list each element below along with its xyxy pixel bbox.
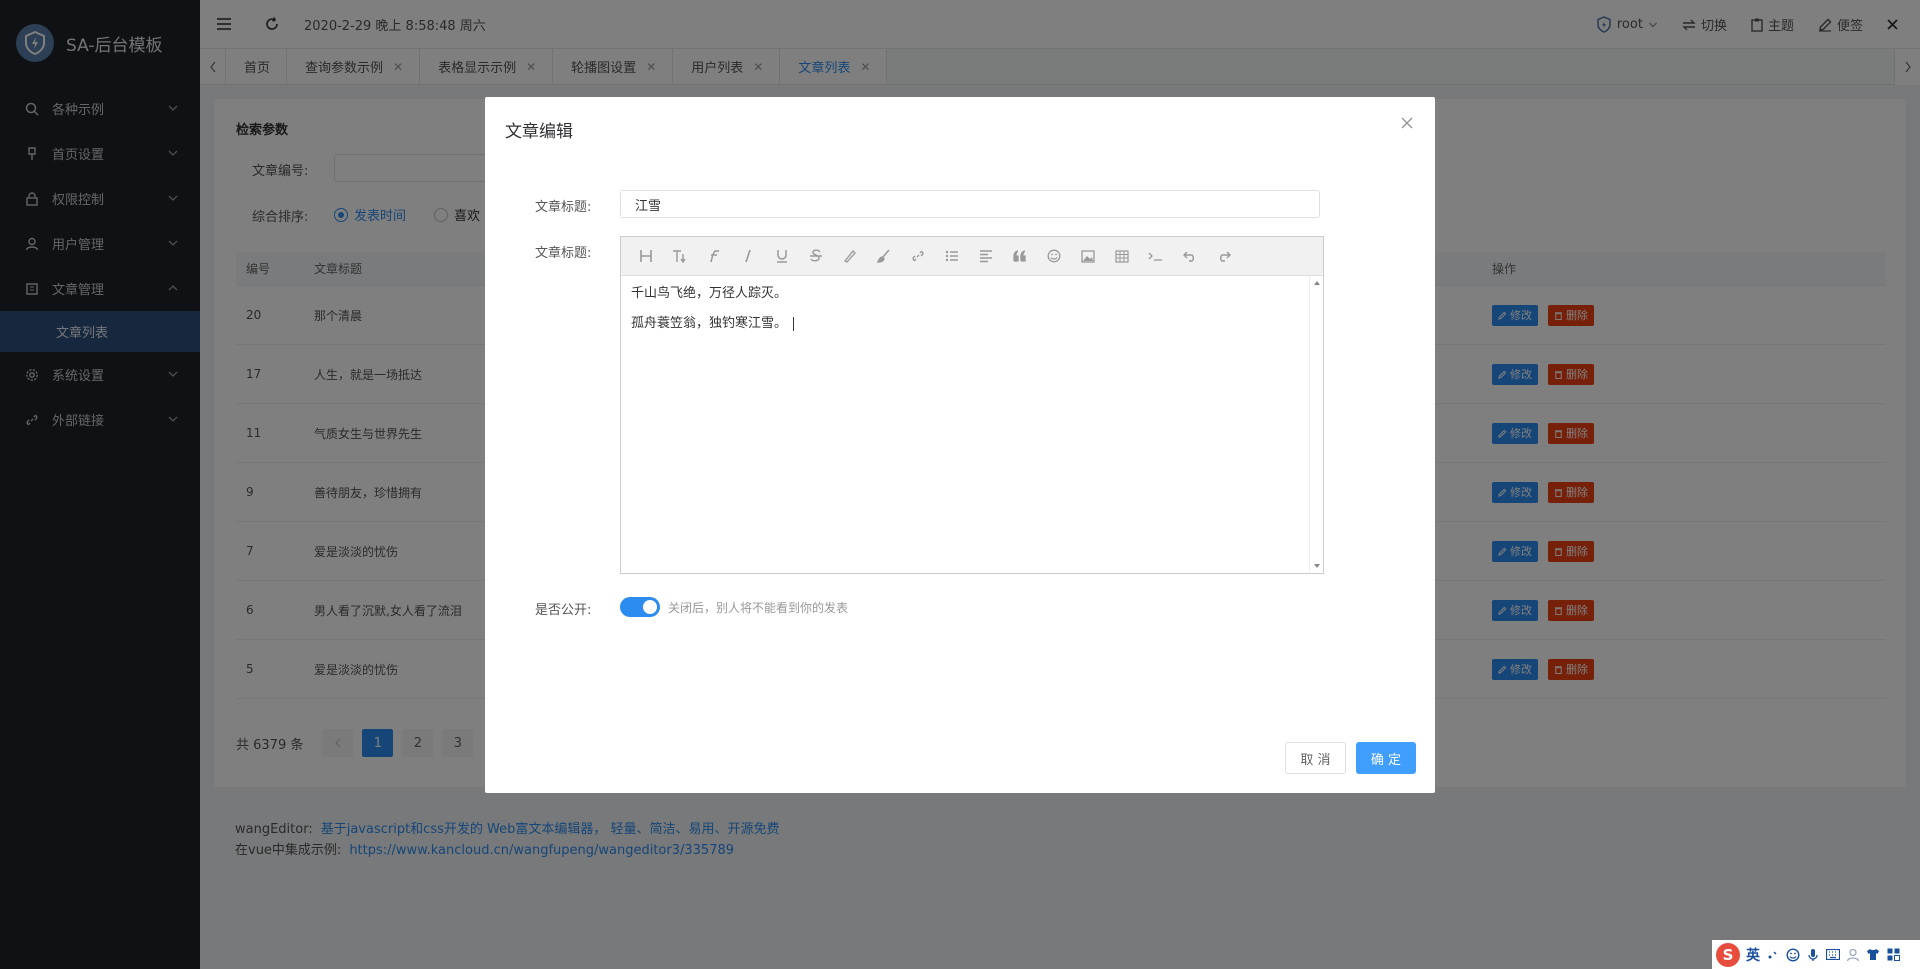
editor-toolbar: [621, 237, 1323, 276]
emoji-icon[interactable]: [1037, 237, 1071, 276]
toolbox-grid-icon[interactable]: [1886, 948, 1900, 962]
public-field-label: 是否公开:: [535, 603, 592, 618]
user-icon[interactable]: [1846, 948, 1860, 962]
bullet-list-icon[interactable]: [935, 237, 969, 276]
font-size-icon[interactable]: [663, 237, 697, 276]
ime-toolbar: S 英: [1712, 940, 1920, 969]
article-edit-dialog: 文章编辑 文章标题: 江雪 文章标题: 千山鸟飞绝，万径人踪灭。 孤舟蓑笠翁，独…: [485, 97, 1435, 793]
rich-text-editor: 千山鸟飞绝，万径人踪灭。 孤舟蓑笠翁，独钓寒江雪。: [620, 236, 1324, 574]
undo-icon[interactable]: [1173, 237, 1207, 276]
skin-shirt-icon[interactable]: [1866, 948, 1880, 962]
public-hint: 关闭后，别人将不能看到你的发表: [668, 600, 849, 615]
editor-paragraph: 千山鸟飞绝，万径人踪灭。: [631, 286, 788, 301]
cancel-button[interactable]: 取 消: [1285, 742, 1346, 774]
strikethrough-icon[interactable]: [799, 237, 833, 276]
content-field-label: 文章标题:: [535, 246, 592, 261]
heading-icon[interactable]: [629, 237, 663, 276]
code-icon[interactable]: [1139, 237, 1173, 276]
text-cursor: [793, 316, 795, 331]
underline-icon[interactable]: [765, 237, 799, 276]
title-field-label: 文章标题:: [535, 200, 592, 215]
title-input[interactable]: 江雪: [620, 190, 1320, 218]
background-color-icon[interactable]: [867, 237, 901, 276]
microphone-icon[interactable]: [1806, 948, 1820, 962]
italic-icon[interactable]: [731, 237, 765, 276]
align-icon[interactable]: [969, 237, 1003, 276]
public-toggle[interactable]: [620, 597, 660, 617]
editor-scrollbar[interactable]: [1309, 276, 1323, 573]
link-icon[interactable]: [901, 237, 935, 276]
keyboard-icon[interactable]: [1826, 948, 1840, 962]
confirm-button[interactable]: 确 定: [1356, 742, 1416, 774]
font-family-icon[interactable]: [697, 237, 731, 276]
punctuation-icon[interactable]: [1766, 948, 1780, 962]
scroll-up-icon[interactable]: [1311, 278, 1323, 288]
editor-content-area[interactable]: 千山鸟飞绝，万径人踪灭。 孤舟蓑笠翁，独钓寒江雪。: [621, 276, 1323, 573]
table-icon[interactable]: [1105, 237, 1139, 276]
quote-icon[interactable]: [1003, 237, 1037, 276]
editor-paragraph: 孤舟蓑笠翁，独钓寒江雪。: [631, 314, 1313, 334]
public-switch-group: 关闭后，别人将不能看到你的发表: [620, 597, 848, 617]
redo-icon[interactable]: [1207, 237, 1241, 276]
dialog-title: 文章编辑: [505, 122, 573, 142]
text-color-icon[interactable]: [833, 237, 867, 276]
sogou-logo-icon[interactable]: S: [1716, 942, 1740, 967]
ime-language[interactable]: 英: [1746, 945, 1760, 965]
emoji-icon[interactable]: [1786, 947, 1800, 962]
close-icon[interactable]: [1399, 115, 1415, 131]
scroll-down-icon[interactable]: [1311, 561, 1323, 571]
image-icon[interactable]: [1071, 237, 1105, 276]
